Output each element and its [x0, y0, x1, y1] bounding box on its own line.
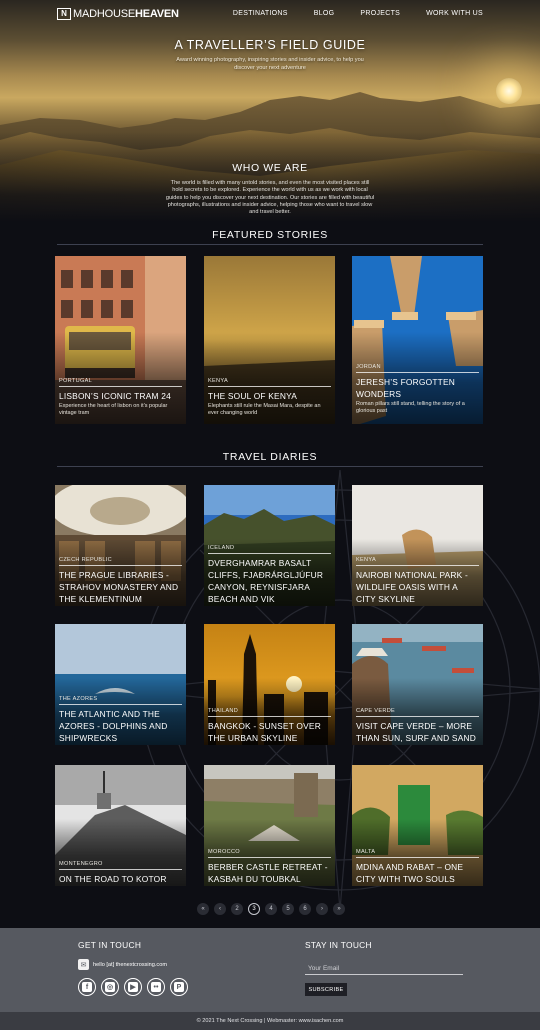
who-we-are-title: WHO WE ARE — [232, 162, 308, 174]
youtube-link[interactable]: ▶ — [124, 978, 142, 996]
featured-card-lisbon[interactable]: PORTUGAL LISBON’S ICONIC TRAM 24 Experie… — [55, 256, 186, 424]
card-country: KENYA — [356, 557, 377, 563]
logo-text-part1: MADHOUSE — [73, 8, 135, 20]
travel-diaries-title: TRAVEL DIARIES — [222, 451, 318, 463]
card-title: MDINA AND RABAT – ONE CITY WITH TWO SOUL… — [356, 862, 464, 884]
card-country: JORDAN — [356, 364, 381, 370]
card-country: MONTENEGRO — [59, 861, 103, 867]
instagram-icon: ◎ — [105, 982, 115, 992]
prev-page-button[interactable]: ‹ — [214, 903, 226, 915]
stay-in-touch-title: STAY IN TOUCH — [305, 940, 372, 950]
last-page-button[interactable]: » — [333, 903, 345, 915]
nav-work-with-us[interactable]: WORK WITH US — [426, 10, 483, 17]
card-country: THE AZORES — [59, 696, 98, 702]
nav-blog[interactable]: BLOG — [314, 10, 335, 17]
diary-card-cape-verde[interactable]: CAPE VERDE VISIT CAPE VERDE – MORE THAN … — [352, 624, 483, 745]
pinterest-icon: P — [174, 982, 184, 992]
flickr-icon: •• — [151, 982, 161, 992]
card-country: KENYA — [208, 378, 229, 384]
card-country: CAPE VERDE — [356, 708, 396, 714]
facebook-icon: f — [82, 982, 92, 992]
diary-card-nairobi[interactable]: KENYA NAIROBI NATIONAL PARK - WILDLIFE O… — [352, 485, 483, 606]
diary-card-malta[interactable]: MALTA MDINA AND RABAT – ONE CITY WITH TW… — [352, 765, 483, 886]
divider — [57, 466, 483, 467]
card-title: BANGKOK - SUNSET OVER THE URBAN SKYLINE — [208, 721, 321, 743]
nav-destinations[interactable]: DESTINATIONS — [233, 10, 288, 17]
get-in-touch-title: GET IN TOUCH — [78, 940, 142, 950]
diary-card-morocco[interactable]: MOROCCO BERBER CASTLE RETREAT - KASBAH D… — [204, 765, 335, 886]
mail-icon: ✉ — [78, 959, 89, 970]
contact-email-text: hello [at] thenextcrossing.com — [93, 961, 167, 968]
page-6-button[interactable]: 6 — [299, 903, 311, 915]
page-5-button[interactable]: 5 — [282, 903, 294, 915]
card-title: LISBON’S ICONIC TRAM 24 — [59, 391, 171, 401]
card-country: THAILAND — [208, 708, 239, 714]
pinterest-link[interactable]: P — [170, 978, 188, 996]
card-title: DVERGHAMRAR BASALT CLIFFS, FJAÐRÁRGLJÚFU… — [208, 558, 324, 604]
newsletter-email-input[interactable] — [305, 962, 463, 975]
facebook-link[interactable]: f — [78, 978, 96, 996]
card-country: ICELAND — [208, 545, 235, 551]
contact-email: ✉ hello [at] thenextcrossing.com — [78, 959, 167, 970]
card-title: ON THE ROAD TO KOTOR — [59, 874, 167, 884]
card-description: Elephants still rule the Masai Mara, des… — [208, 403, 321, 416]
card-title: BERBER CASTLE RETREAT - KASBAH DU TOUBKA… — [208, 862, 328, 884]
card-country: CZECH REPUBLIC — [59, 557, 112, 563]
main-nav: DESTINATIONS BLOG PROJECTS WORK WITH US — [233, 10, 483, 17]
page-2-button[interactable]: 2 — [231, 903, 243, 915]
first-page-button[interactable]: « — [197, 903, 209, 915]
flickr-link[interactable]: •• — [147, 978, 165, 996]
card-description: Roman pillars still stand, telling the s… — [356, 401, 465, 414]
card-title: THE PRAGUE LIBRARIES - STRAHOV MONASTERY… — [59, 570, 179, 604]
featured-card-jordan[interactable]: JORDAN JERESH’S FORGOTTEN WONDERS Roman … — [352, 256, 483, 424]
page-4-button[interactable]: 4 — [265, 903, 277, 915]
card-title: JERESH’S FORGOTTEN WONDERS — [356, 377, 455, 399]
copyright-bar: © 2021 The Next Crossing | Webmaster: ww… — [0, 1012, 540, 1030]
hero-subtitle: Award winning photography, inspiring sto… — [176, 57, 364, 71]
diary-card-azores[interactable]: THE AZORES THE ATLANTIC AND THE AZORES -… — [55, 624, 186, 745]
logo-text-part2: HEAVEN — [134, 8, 179, 20]
site-logo[interactable]: N MADHOUSEHEAVEN — [57, 8, 179, 20]
sun — [496, 78, 522, 104]
pagination: « ‹ 2 3 4 5 6 › » — [197, 903, 345, 915]
card-country: PORTUGAL — [59, 378, 93, 384]
featured-card-kenya[interactable]: KENYA THE SOUL OF KENYA Elephants still … — [204, 256, 335, 424]
logo-mark-icon: N — [57, 8, 71, 20]
divider — [57, 244, 483, 245]
next-page-button[interactable]: › — [316, 903, 328, 915]
social-links: f ◎ ▶ •• P — [78, 978, 188, 996]
diary-card-iceland[interactable]: ICELAND DVERGHAMRAR BASALT CLIFFS, FJAÐR… — [204, 485, 335, 606]
youtube-icon: ▶ — [128, 982, 138, 992]
card-title: VISIT CAPE VERDE – MORE THAN SUN, SURF A… — [356, 721, 477, 743]
featured-stories-title: FEATURED STORIES — [212, 229, 328, 241]
page-3-current[interactable]: 3 — [248, 903, 260, 915]
diary-card-prague[interactable]: CZECH REPUBLIC THE PRAGUE LIBRARIES - ST… — [55, 485, 186, 606]
who-we-are-text: The world is filled with many untold sto… — [165, 180, 375, 216]
card-title: THE SOUL OF KENYA — [208, 391, 298, 401]
card-description: Experience the heart of lisbon on it's p… — [59, 403, 168, 416]
hero-title: A TRAVELLER’S FIELD GUIDE — [174, 38, 366, 52]
nav-projects[interactable]: PROJECTS — [360, 10, 400, 17]
card-title: THE ATLANTIC AND THE AZORES - DOLPHINS A… — [59, 709, 168, 743]
diary-card-bangkok[interactable]: THAILAND BANGKOK - SUNSET OVER THE URBAN… — [204, 624, 335, 745]
subscribe-button[interactable]: SUBSCRIBE — [305, 983, 347, 996]
card-title: NAIROBI NATIONAL PARK - WILDLIFE OASIS W… — [356, 570, 468, 604]
card-country: MALTA — [356, 849, 376, 855]
instagram-link[interactable]: ◎ — [101, 978, 119, 996]
diary-card-kotor[interactable]: MONTENEGRO ON THE ROAD TO KOTOR — [55, 765, 186, 886]
card-country: MOROCCO — [208, 849, 240, 855]
